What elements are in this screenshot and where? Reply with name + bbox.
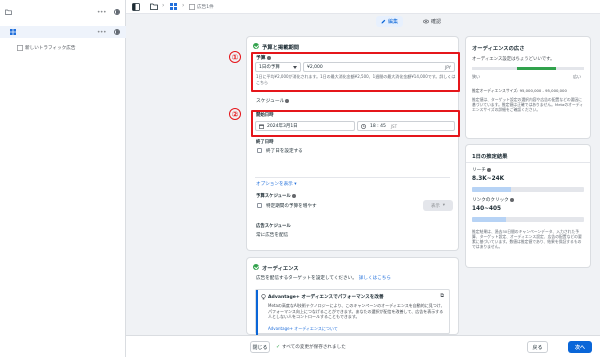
campaign-sidebar: ••• ••• 新しいトラフィック広告 [0,0,126,357]
panel-toggle-icon[interactable] [132,3,140,11]
breadcrumb[interactable]: 広告1件 [197,4,214,10]
gauge-high-label: 広い [573,74,581,79]
back-button[interactable]: 戻る [527,341,548,353]
eye-icon [423,19,429,24]
audience-description: 広告を配信するターゲットを設定してください。 詳しくはこちら [256,276,391,281]
estimate-note: 推定値は、ターゲット設定の選択内容や広告の配置などの要因に基づいています。推定値… [472,97,584,112]
ad-schedule-value: 常に広告を配信 [256,233,289,238]
gauge-green-segment [516,67,556,70]
status-toggle-icon[interactable] [114,9,120,15]
pencil-icon [381,19,386,24]
end-date-checkbox[interactable] [257,148,262,153]
caret-down-icon: ▾ [442,203,445,208]
ad-icon [17,45,23,51]
advantage-plus-box: Advantage+ オーディエンスでパフォーマンスを改善 ⧉ Metaの高度な… [255,289,450,335]
folder-icon[interactable] [150,3,158,10]
reach-bar-fill [472,187,512,192]
grid-icon[interactable] [170,3,177,10]
reach-bar [472,187,584,192]
tab-bar [126,14,600,30]
highlight-budget-box [251,52,460,92]
clicks-label: リンクのクリック [472,197,514,203]
check-circle-icon [253,264,259,270]
grid-icon [10,29,16,35]
check-icon: ✓ [276,344,281,350]
annotation-number-one: ① [229,51,241,63]
external-link-icon[interactable]: ⧉ [440,293,444,299]
sidebar-item-adset[interactable]: ••• [0,26,126,38]
card-title: オーディエンス [262,266,299,272]
tab-edit-label: 編集 [388,19,399,25]
advantage-title: Advantage+ オーディエンスでパフォーマンスを改善 [268,295,384,300]
card-title: 予算と掲載期間 [262,45,300,51]
budget-schedule-label: 予算スケジュール [256,193,296,199]
results-note: 推定結果は、過去30日間のキャンペーンデータ、入力された予算、ターゲット設定、オ… [472,229,582,249]
card-title: 1日の推定結果 [472,154,508,160]
audience-size-status: オーディエンス設定はちょうどいいです。 [472,57,555,62]
divider [255,177,450,178]
more-options-icon[interactable]: ••• [97,9,107,16]
end-date-checkbox-label: 終了日を設定する [266,149,303,154]
save-status: すべての変更が保存されました [282,345,346,350]
folder-icon [5,9,12,15]
budget-schedule-view-button[interactable]: 表示 ▾ [423,200,453,211]
ad-icon [189,4,195,10]
divider [466,162,590,163]
learn-more-link[interactable]: 詳しくはこちら [359,276,391,281]
info-icon [285,98,290,103]
card-title: オーディエンスの広さ [472,46,525,52]
check-circle-icon [253,43,259,49]
advantage-body: Metaの高度なAI技術テクノロジーにより、このキャンペーンのオーディエンスを自… [268,303,445,320]
lightbulb-icon [261,294,266,300]
clicks-bar [472,217,584,222]
info-icon [291,193,296,198]
advantage-link[interactable]: Advantage+ オーディエンスについて [268,326,338,332]
info-icon [509,197,514,202]
schedule-label: スケジュール [256,97,290,104]
sidebar-item-label: 新しいトラフィック広告 [25,46,76,51]
clicks-value: 140~405 [472,206,502,212]
annotation-number-two: ② [229,108,241,120]
footer-bar: 閉じる ✓ すべての変更が保存されました 戻る 次へ [126,335,600,357]
daily-results-card: 1日の推定結果 リーチ 8.3K~24K リンクのクリック 140~405 推定… [466,145,590,267]
end-label: 終了日時 [256,140,274,145]
tab-review-label: 確認 [431,19,442,25]
highlight-start-date-box [251,110,460,137]
next-button[interactable]: 次へ [568,341,592,353]
show-options-link[interactable]: オプションを表示 ▾ [256,181,297,187]
gauge-low-label: 狭い [472,74,480,79]
chevron-right-icon: › [182,2,185,9]
reach-value: 8.3K~24K [472,176,505,182]
estimate-label: 推定オーディエンスサイズ: 95,000,000 - 95,000,000 [472,88,567,93]
top-toolbar: › › 広告1件 [126,0,600,14]
tab-edit[interactable]: 編集 [376,16,404,27]
clicks-bar-fill [472,217,506,222]
chevron-right-icon: › [162,2,165,9]
tab-review[interactable]: 確認 [418,16,446,27]
audience-gauge [472,67,584,70]
info-icon [486,167,491,172]
audience-card: オーディエンス 広告を配信するターゲットを設定してください。 詳しくはこちら Ad… [247,258,458,335]
more-options-icon[interactable]: ••• [97,29,107,36]
audience-size-card: オーディエンスの広さ オーディエンス設定はちょうどいいです。 狭い 広い 推定オ… [466,37,590,138]
budget-schedule-checkbox[interactable] [257,203,262,208]
close-button[interactable]: 閉じる [250,341,270,353]
budget-schedule-checkbox-label: 特定期間の予算を増やす [266,204,317,209]
sidebar-item-campaign[interactable]: ••• [0,6,126,18]
ad-schedule-label: 広告スケジュール [256,224,291,229]
accent-stripe [256,290,258,335]
chevron-down-icon: ▾ [294,182,297,187]
status-toggle-icon[interactable] [114,29,120,35]
reach-label: リーチ [472,167,491,173]
sidebar-item-ad[interactable]: 新しいトラフィック広告 [0,43,126,53]
